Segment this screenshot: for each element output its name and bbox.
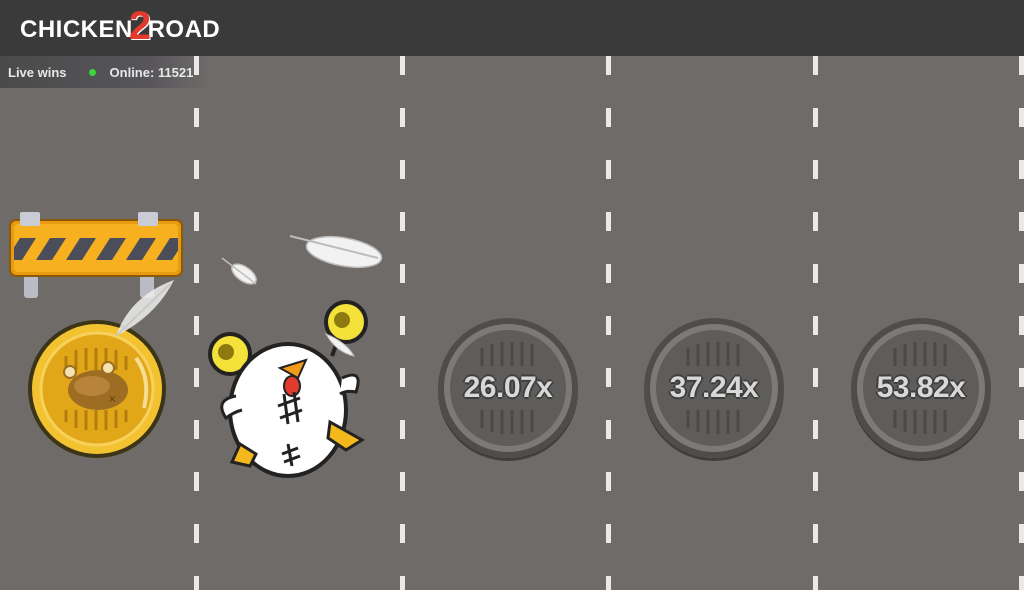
lane-manhole[interactable]: 53.82x [851, 318, 991, 458]
lane-multiplier: 53.82x [876, 371, 966, 404]
lane-multiplier: 26.07x [463, 371, 553, 404]
online-indicator-icon [88, 68, 96, 76]
lane-divider [1019, 56, 1024, 590]
logo-text-two: 2 [128, 3, 152, 48]
feather-icon [289, 235, 383, 269]
live-status-bar: Live wins Online: 11521 [0, 56, 210, 88]
online-count: Online: 11521 [109, 64, 194, 80]
lane-multiplier: 37.24x [669, 371, 759, 404]
logo-text-road: ROAD [147, 16, 221, 43]
lane-manhole[interactable]: 37.24x [644, 318, 784, 458]
live-wins-button[interactable]: Live wins [8, 65, 67, 80]
feather-icon [115, 280, 174, 337]
game-logo: CHICKEN 2 ROAD [20, 4, 221, 52]
lane-divider [400, 56, 405, 590]
lane-divider [606, 56, 611, 590]
feather-icon [221, 257, 257, 285]
logo-text-chicken: CHICKEN [20, 16, 133, 43]
lane-divider [813, 56, 818, 590]
svg-text:×: × [108, 394, 116, 405]
top-bar: CHICKEN 2 ROAD [0, 0, 1024, 56]
lane-manhole[interactable]: 26.07x [438, 318, 578, 458]
chicken-character-icon [208, 300, 368, 478]
